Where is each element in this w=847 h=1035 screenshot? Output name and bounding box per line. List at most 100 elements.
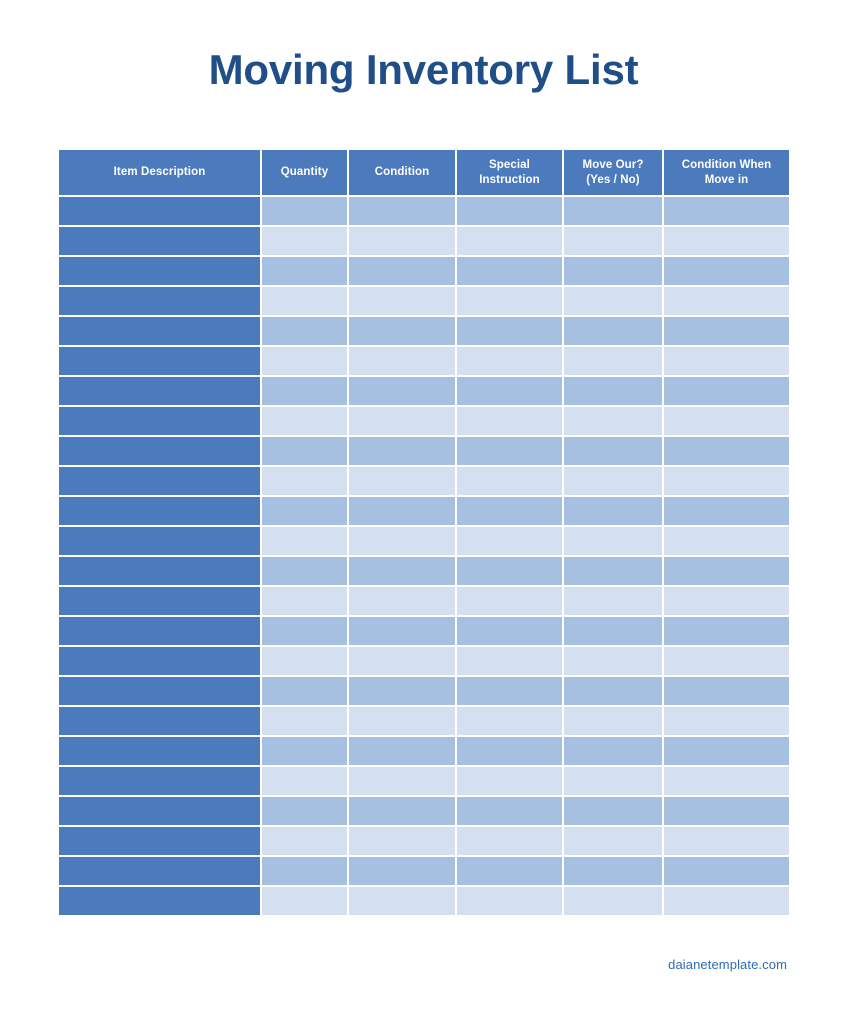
cell-quantity[interactable] [262, 257, 347, 285]
cell-condition_when_move_in[interactable] [664, 467, 789, 495]
cell-quantity[interactable] [262, 767, 347, 795]
cell-condition_when_move_in[interactable] [664, 257, 789, 285]
cell-condition_when_move_in[interactable] [664, 437, 789, 465]
cell-condition_when_move_in[interactable] [664, 707, 789, 735]
cell-special_instruction[interactable] [457, 407, 562, 435]
cell-condition_when_move_in[interactable] [664, 497, 789, 525]
cell-condition[interactable] [349, 467, 455, 495]
cell-item_description[interactable] [59, 287, 260, 315]
cell-condition_when_move_in[interactable] [664, 317, 789, 345]
cell-special_instruction[interactable] [457, 827, 562, 855]
cell-condition_when_move_in[interactable] [664, 767, 789, 795]
cell-special_instruction[interactable] [457, 347, 562, 375]
cell-item_description[interactable] [59, 767, 260, 795]
cell-item_description[interactable] [59, 557, 260, 585]
cell-move_our[interactable] [564, 467, 662, 495]
cell-quantity[interactable] [262, 197, 347, 225]
cell-condition_when_move_in[interactable] [664, 857, 789, 885]
cell-quantity[interactable] [262, 227, 347, 255]
cell-quantity[interactable] [262, 557, 347, 585]
cell-move_our[interactable] [564, 767, 662, 795]
cell-item_description[interactable] [59, 197, 260, 225]
cell-condition[interactable] [349, 587, 455, 615]
cell-item_description[interactable] [59, 827, 260, 855]
cell-item_description[interactable] [59, 257, 260, 285]
cell-condition[interactable] [349, 227, 455, 255]
cell-special_instruction[interactable] [457, 647, 562, 675]
cell-special_instruction[interactable] [457, 557, 562, 585]
cell-move_our[interactable] [564, 587, 662, 615]
cell-condition[interactable] [349, 317, 455, 345]
cell-item_description[interactable] [59, 437, 260, 465]
cell-item_description[interactable] [59, 677, 260, 705]
cell-move_our[interactable] [564, 617, 662, 645]
cell-quantity[interactable] [262, 677, 347, 705]
cell-condition_when_move_in[interactable] [664, 227, 789, 255]
cell-move_our[interactable] [564, 287, 662, 315]
cell-condition_when_move_in[interactable] [664, 887, 789, 915]
cell-item_description[interactable] [59, 857, 260, 885]
cell-condition[interactable] [349, 617, 455, 645]
cell-condition[interactable] [349, 347, 455, 375]
cell-special_instruction[interactable] [457, 467, 562, 495]
cell-move_our[interactable] [564, 707, 662, 735]
cell-special_instruction[interactable] [457, 617, 562, 645]
cell-quantity[interactable] [262, 377, 347, 405]
cell-move_our[interactable] [564, 737, 662, 765]
cell-move_our[interactable] [564, 227, 662, 255]
cell-condition[interactable] [349, 707, 455, 735]
cell-special_instruction[interactable] [457, 797, 562, 825]
cell-quantity[interactable] [262, 467, 347, 495]
cell-special_instruction[interactable] [457, 887, 562, 915]
cell-special_instruction[interactable] [457, 197, 562, 225]
cell-condition_when_move_in[interactable] [664, 377, 789, 405]
cell-move_our[interactable] [564, 557, 662, 585]
cell-quantity[interactable] [262, 497, 347, 525]
cell-condition_when_move_in[interactable] [664, 527, 789, 555]
cell-quantity[interactable] [262, 857, 347, 885]
cell-condition[interactable] [349, 887, 455, 915]
cell-move_our[interactable] [564, 887, 662, 915]
cell-move_our[interactable] [564, 257, 662, 285]
cell-special_instruction[interactable] [457, 377, 562, 405]
cell-move_our[interactable] [564, 497, 662, 525]
cell-condition[interactable] [349, 377, 455, 405]
cell-quantity[interactable] [262, 437, 347, 465]
cell-item_description[interactable] [59, 737, 260, 765]
cell-quantity[interactable] [262, 407, 347, 435]
cell-condition[interactable] [349, 857, 455, 885]
cell-condition_when_move_in[interactable] [664, 647, 789, 675]
cell-condition[interactable] [349, 197, 455, 225]
cell-condition[interactable] [349, 677, 455, 705]
cell-move_our[interactable] [564, 407, 662, 435]
cell-item_description[interactable] [59, 797, 260, 825]
cell-quantity[interactable] [262, 527, 347, 555]
cell-quantity[interactable] [262, 647, 347, 675]
cell-quantity[interactable] [262, 887, 347, 915]
cell-condition[interactable] [349, 557, 455, 585]
cell-item_description[interactable] [59, 227, 260, 255]
cell-special_instruction[interactable] [457, 737, 562, 765]
cell-condition_when_move_in[interactable] [664, 287, 789, 315]
cell-condition[interactable] [349, 827, 455, 855]
cell-item_description[interactable] [59, 527, 260, 555]
cell-quantity[interactable] [262, 317, 347, 345]
cell-quantity[interactable] [262, 617, 347, 645]
cell-condition_when_move_in[interactable] [664, 827, 789, 855]
cell-move_our[interactable] [564, 797, 662, 825]
cell-condition_when_move_in[interactable] [664, 557, 789, 585]
cell-special_instruction[interactable] [457, 287, 562, 315]
cell-item_description[interactable] [59, 587, 260, 615]
cell-item_description[interactable] [59, 497, 260, 525]
cell-quantity[interactable] [262, 347, 347, 375]
cell-condition[interactable] [349, 797, 455, 825]
cell-condition_when_move_in[interactable] [664, 197, 789, 225]
cell-move_our[interactable] [564, 527, 662, 555]
cell-item_description[interactable] [59, 887, 260, 915]
cell-quantity[interactable] [262, 797, 347, 825]
cell-special_instruction[interactable] [457, 257, 562, 285]
cell-condition_when_move_in[interactable] [664, 407, 789, 435]
cell-item_description[interactable] [59, 377, 260, 405]
cell-move_our[interactable] [564, 677, 662, 705]
cell-item_description[interactable] [59, 707, 260, 735]
